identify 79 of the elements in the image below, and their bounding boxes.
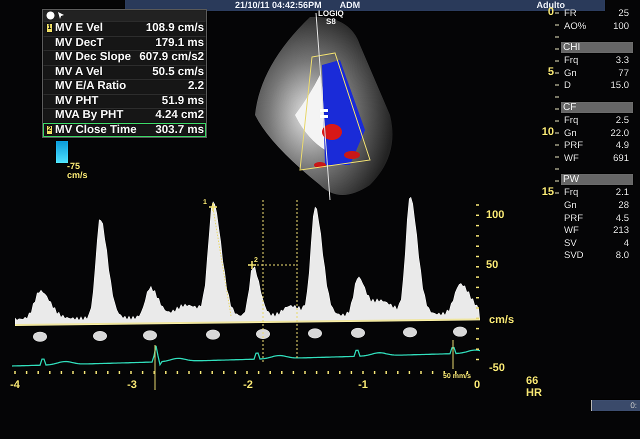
parameter-name: Frq — [564, 114, 578, 128]
time-label: 0 — [474, 379, 480, 391]
measurement-label: MV E/A Ratio — [55, 80, 128, 92]
parameter-value: 691 — [613, 152, 629, 166]
parameter-name: Frq — [564, 55, 578, 68]
parameter-value: 8.0 — [616, 250, 629, 263]
measurement-label: MV Close Time — [55, 124, 138, 136]
depth-label: 10 — [542, 126, 554, 138]
measurement-value: 2.2 — [188, 80, 205, 92]
measurement-label: MV E Vel — [55, 22, 104, 34]
measurement-value: 51.9 ms — [162, 94, 205, 107]
parameter-value: 4.9 — [616, 140, 629, 153]
ecg-marker-line — [154, 344, 156, 390]
color-scale-bar — [56, 141, 68, 163]
heart-rate-label: HR — [526, 387, 542, 399]
measurement-label: MV PHT — [55, 94, 100, 107]
parameter-name: Gn — [564, 128, 577, 140]
measurement-label: MV A Vel — [55, 66, 104, 78]
parameter-value: 4 — [624, 238, 629, 250]
depth-label: 15 — [542, 186, 554, 198]
parameter-value: 2.5 — [616, 114, 629, 128]
date-time: 21/10/11 04:42:56PM — [235, 0, 322, 10]
measurement-value: 4.24 cm2 — [155, 109, 205, 122]
measurement-value: 108.9 cm/s — [146, 22, 205, 34]
measurement-value: 303.7 ms — [155, 124, 205, 136]
measurement-row[interactable]: MV Dec Slope 607.9 cm/s2 — [43, 50, 206, 64]
parameter-value: 77 — [618, 68, 629, 80]
parameter-name: WF — [564, 225, 579, 238]
parameter-value: 28 — [618, 200, 629, 213]
time-label: -3 — [127, 379, 137, 391]
parameter-value: 4.5 — [616, 212, 629, 226]
time-label: -4 — [10, 379, 20, 391]
logo-text: LOGIQ — [318, 10, 344, 18]
velocity-label: 50 — [486, 259, 498, 271]
velocity-label: -50 — [489, 362, 505, 374]
parameter-value: 3.3 — [616, 55, 629, 68]
parameter-value: 100 — [613, 20, 629, 34]
user-label: ADM — [340, 0, 360, 10]
velocity-unit: cm/s — [489, 314, 514, 326]
measurement-value: 50.5 cm/s — [152, 66, 205, 78]
heart-rate-value: 66 — [526, 375, 538, 387]
parameter-value: 2.1 — [616, 187, 629, 200]
parameter-value: 213 — [613, 225, 629, 238]
parameter-name: SV — [564, 238, 577, 250]
color-scale-value: -75 — [67, 162, 82, 171]
measurement-label: MV DecT — [55, 36, 105, 49]
caliper-cross-icon — [247, 260, 257, 270]
caliper-cross-icon — [208, 202, 218, 212]
parameter-name: WF — [564, 152, 579, 166]
parameter-name: Gn — [564, 200, 577, 213]
velocity-label: 100 — [486, 209, 504, 221]
preset-label: Adulto — [536, 0, 565, 10]
parameter-value: 15.0 — [610, 80, 629, 93]
parameter-name: SVD — [564, 250, 584, 263]
depth-label: 5 — [548, 66, 554, 78]
parameter-name: Gn — [564, 68, 577, 80]
parameter-name: PRF — [564, 212, 583, 226]
parameter-name: Frq — [564, 187, 578, 200]
measurement-label: MV Dec Slope — [55, 51, 132, 64]
parameter-name: PRF — [564, 140, 583, 153]
parameter-header: PW — [561, 174, 633, 186]
measurement-row[interactable]: MVA By PHT 4.24 cm2 — [43, 108, 206, 122]
measurement-label: MVA By PHT — [55, 109, 124, 122]
parameter-value: 22.0 — [610, 128, 629, 140]
parameter-name: D — [564, 80, 571, 93]
cine-counter: 0: — [630, 401, 637, 410]
ecg-marker-line — [452, 340, 454, 370]
circle-icon — [46, 11, 55, 20]
time-label: -1 — [358, 379, 368, 391]
model-text: S8 — [326, 18, 336, 26]
parameter-header: CF — [561, 102, 633, 113]
measurement-value: 607.9 cm/s2 — [139, 51, 205, 64]
color-scale-unit: cm/s — [67, 171, 88, 180]
time-label: -2 — [243, 379, 253, 391]
parameter-name: FR — [564, 8, 577, 21]
measurement-value: 179.1 ms — [155, 36, 205, 49]
parameter-name: AO% — [564, 20, 586, 34]
parameter-value: 25 — [618, 8, 629, 21]
parameter-header: CHI — [561, 42, 633, 54]
